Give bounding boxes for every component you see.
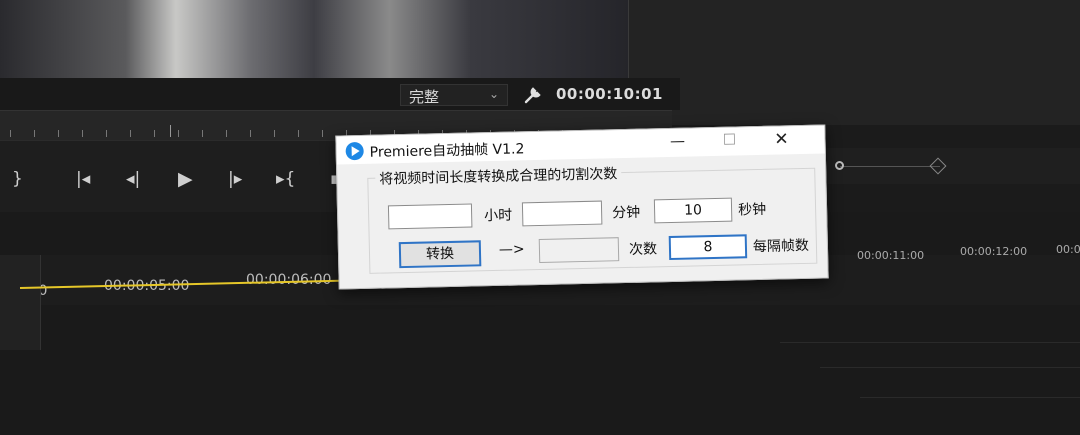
hours-label: 小时 [484,207,513,225]
minutes-label: 分钟 [611,204,641,222]
minutes-input[interactable] [521,200,603,227]
close-button[interactable]: ✕ [768,129,794,150]
video-preview [0,0,628,78]
zoom-controls [820,148,1080,184]
track-divider [820,367,1080,368]
bracket-icon[interactable]: } [12,169,23,189]
seconds-input[interactable]: 10 [653,197,733,224]
step-forward-icon[interactable]: |▸ [228,169,242,189]
play-icon[interactable]: ▶ [178,168,193,190]
frame-interval-label: 每隔帧数 [752,237,810,256]
wrench-icon[interactable] [522,84,544,106]
zoom-slider-handle[interactable] [835,161,844,170]
result-output [538,237,620,263]
dialog-title: Premiere自动抽帧 V1.2 [369,141,525,161]
minimize-button[interactable]: — [664,132,690,153]
result-label: 次数 [628,241,658,258]
frame-interval-input[interactable]: 8 [668,234,748,261]
track-divider [860,397,1080,398]
arrow-label: —> [498,241,525,258]
zoom-end-handle[interactable] [929,157,947,175]
time-label: 00:00:11:00 [857,249,925,262]
track-header-edge [0,255,41,350]
right-panel [628,0,1080,125]
go-to-in-icon[interactable]: |◂ [76,169,90,189]
time-label: 00:00:1 [1056,243,1080,256]
maximize-button[interactable]: ☐ [716,130,742,151]
go-to-out-icon[interactable]: ▸{ [276,169,295,189]
seconds-label: 秒钟 [737,201,767,219]
zoom-slider-track[interactable] [840,166,940,167]
timecode-display[interactable]: 00:00:10:01 [556,85,663,103]
fit-dropdown-value: 完整 [409,88,440,106]
time-label: 00:00:12:00 [960,245,1028,258]
auto-frame-dialog: Premiere自动抽帧 V1.2 — ☐ ✕ 将视频时间长度转换成合理的切割次… [335,124,829,290]
hours-input[interactable] [387,203,473,230]
step-back-icon[interactable]: ◂| [126,169,140,189]
app-icon [345,141,364,161]
convert-button[interactable]: 转换 [398,240,482,269]
track-divider [780,342,1080,343]
fit-dropdown[interactable]: 完整 ⌄ [400,84,508,106]
chevron-down-icon: ⌄ [488,87,499,101]
